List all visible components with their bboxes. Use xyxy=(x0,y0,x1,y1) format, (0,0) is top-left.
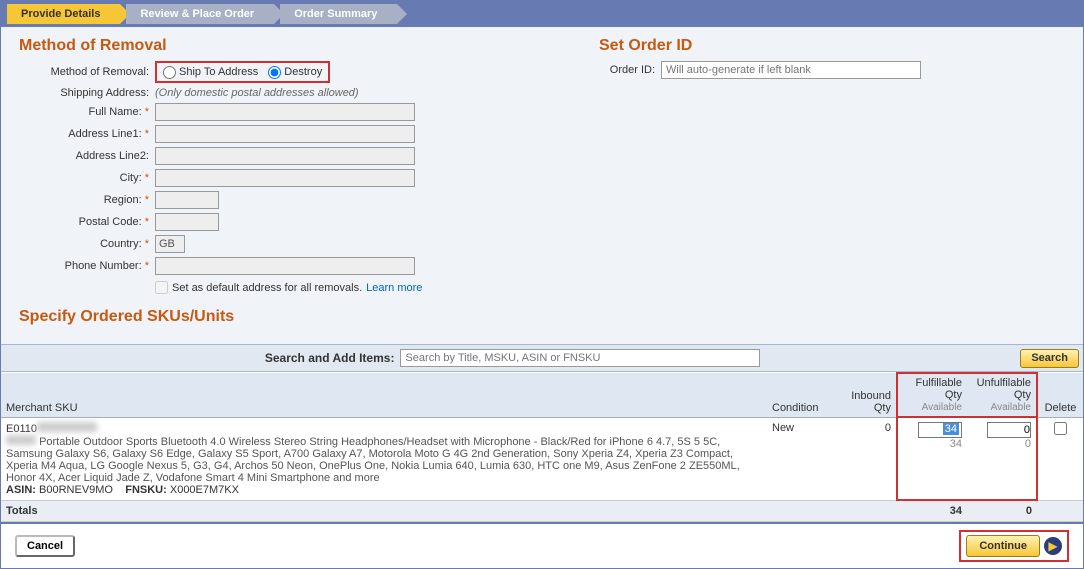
radio-destroy-input[interactable] xyxy=(268,66,281,79)
cancel-button[interactable]: Cancel xyxy=(15,535,75,557)
fnsku-value: X000E7M7KX xyxy=(170,484,239,496)
radio-destroy[interactable]: Destroy xyxy=(268,66,322,79)
removal-section: Method of Removal Method of Removal: Shi… xyxy=(19,37,559,298)
full-name-input[interactable] xyxy=(155,103,415,121)
phone-label: Phone Number: * xyxy=(19,260,155,272)
continue-highlight: Continue ▶ xyxy=(959,530,1069,562)
addr2-input[interactable] xyxy=(155,147,415,165)
method-radio-highlight: Ship To Address Destroy xyxy=(155,61,330,83)
phone-input[interactable] xyxy=(155,257,415,275)
asin-value: B00RNEV9MO xyxy=(39,484,113,496)
postal-label: Postal Code: * xyxy=(19,216,155,228)
step-summary[interactable]: Order Summary xyxy=(280,4,397,24)
unfulfillable-available: 0 xyxy=(972,438,1031,450)
radio-ship[interactable]: Ship To Address xyxy=(163,66,258,79)
default-label: Set as default address for all removals. xyxy=(172,282,362,294)
method-label: Method of Removal: xyxy=(19,66,155,78)
search-input[interactable] xyxy=(400,349,760,367)
order-id-label: Order ID: xyxy=(599,64,661,76)
th-delete: Delete xyxy=(1037,373,1083,417)
totals-label: Totals xyxy=(1,500,767,522)
page-container: Provide Details Review & Place Order Ord… xyxy=(0,0,1084,569)
full-name-label: Full Name: * xyxy=(19,106,155,118)
city-input[interactable] xyxy=(155,169,415,187)
arrow-right-icon: ▶ xyxy=(1044,537,1062,555)
sku-value: E0110 xyxy=(6,423,37,435)
search-button[interactable]: Search xyxy=(1020,349,1079,368)
asin-label: ASIN: xyxy=(6,484,36,496)
fnsku-label: FNSKU: xyxy=(125,484,167,496)
postal-input[interactable] xyxy=(155,213,219,231)
country-input[interactable] xyxy=(155,235,185,253)
step-bar: Provide Details Review & Place Order Ord… xyxy=(1,1,1083,27)
bottom-bar: Cancel Continue ▶ xyxy=(1,522,1083,568)
redacted-desc xyxy=(6,435,36,445)
country-label: Country: * xyxy=(19,238,155,250)
city-label: City: * xyxy=(19,172,155,184)
th-condition: Condition xyxy=(767,373,837,417)
fulfillable-input[interactable]: 34 xyxy=(943,423,959,435)
default-checkbox[interactable] xyxy=(155,281,168,294)
step-provide-details[interactable]: Provide Details xyxy=(7,4,120,24)
th-inbound: Inbound Qty xyxy=(837,373,897,417)
region-label: Region: * xyxy=(19,194,155,206)
cell-condition: New xyxy=(767,417,837,500)
th-unfulfillable: Unfulfilable QtyAvailable xyxy=(967,373,1037,417)
skus-heading: Specify Ordered SKUs/Units xyxy=(19,308,1065,326)
unfulfillable-input[interactable] xyxy=(987,422,1031,438)
shipping-address-note: (Only domestic postal addresses allowed) xyxy=(155,87,359,99)
order-id-input[interactable] xyxy=(661,61,921,79)
totals-unfulfillable: 0 xyxy=(967,500,1037,522)
learn-more-link[interactable]: Learn more xyxy=(366,282,422,294)
shipping-address-label: Shipping Address: xyxy=(19,87,155,99)
search-bar: Search and Add Items: Search xyxy=(1,344,1083,372)
th-msku: Merchant SKU xyxy=(1,373,767,417)
table-row: E0110 Portable Outdoor Sports Bluetooth … xyxy=(1,417,1083,500)
fulfillable-available: 34 xyxy=(903,438,962,450)
content: Method of Removal Method of Removal: Shi… xyxy=(1,27,1083,338)
th-fulfillable: Fulfillable QtyAvailable xyxy=(897,373,967,417)
cell-fulfillable: 34 34 xyxy=(897,417,967,500)
cell-msku: E0110 Portable Outdoor Sports Bluetooth … xyxy=(1,417,767,500)
step-review[interactable]: Review & Place Order xyxy=(126,4,274,24)
addr1-input[interactable] xyxy=(155,125,415,143)
search-label: Search and Add Items: xyxy=(265,351,395,365)
addr2-label: Address Line2: xyxy=(19,150,155,162)
continue-button[interactable]: Continue xyxy=(966,535,1040,557)
totals-fulfillable: 34 xyxy=(897,500,967,522)
totals-row: Totals 34 0 xyxy=(1,500,1083,522)
product-desc: Portable Outdoor Sports Bluetooth 4.0 Wi… xyxy=(6,436,740,484)
removal-heading: Method of Removal xyxy=(19,37,559,55)
cell-delete xyxy=(1037,417,1083,500)
cell-inbound: 0 xyxy=(837,417,897,500)
addr1-label: Address Line1: * xyxy=(19,128,155,140)
cell-unfulfillable: 0 xyxy=(967,417,1037,500)
order-id-heading: Set Order ID xyxy=(599,37,1065,55)
region-input[interactable] xyxy=(155,191,219,209)
redacted-sku xyxy=(37,422,97,432)
delete-checkbox[interactable] xyxy=(1054,422,1067,435)
order-id-section: Set Order ID Order ID: xyxy=(599,37,1065,298)
radio-ship-input[interactable] xyxy=(163,66,176,79)
sku-table: Merchant SKU Condition Inbound Qty Fulfi… xyxy=(1,372,1083,522)
